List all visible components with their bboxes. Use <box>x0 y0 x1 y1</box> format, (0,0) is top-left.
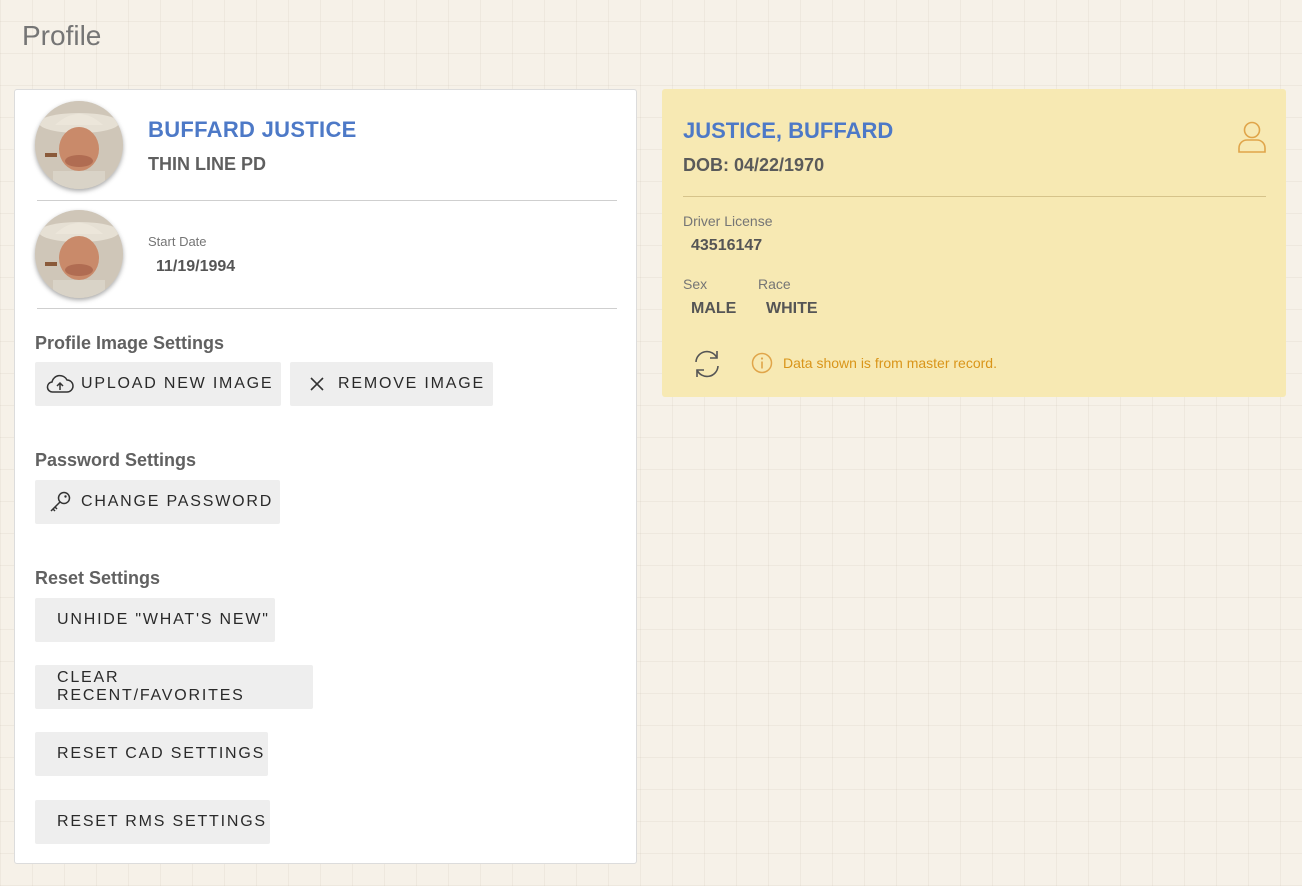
remove-image-label: REMOVE IMAGE <box>338 375 485 392</box>
cloud-upload-icon <box>45 372 75 396</box>
profile-agency: THIN LINE PD <box>148 154 267 174</box>
reset-settings-heading: Reset Settings <box>35 568 161 588</box>
clear-recent-favorites-label: CLEAR RECENT/FAVORITES <box>57 669 245 704</box>
close-icon <box>302 372 332 396</box>
page-title: Profile <box>22 20 102 51</box>
master-record-card: JUSTICE, BUFFARD DOB: 04/22/1970 Driver … <box>662 89 1286 397</box>
master-record-dob: DOB: 04/22/1970 <box>683 155 825 175</box>
divider <box>37 200 617 201</box>
start-date-value: 11/19/1994 <box>156 258 236 275</box>
master-record-note: Data shown is from master record. <box>751 352 997 374</box>
reset-rms-settings-label: RESET RMS SETTINGS <box>57 813 267 830</box>
upload-image-label: UPLOAD NEW IMAGE <box>81 375 274 392</box>
profile-name: BUFFARD JUSTICE <box>148 117 357 142</box>
master-record-name: JUSTICE, BUFFARD <box>683 118 894 143</box>
key-icon <box>45 490 75 514</box>
master-record-note-text: Data shown is from master record. <box>783 355 997 371</box>
password-settings-heading: Password Settings <box>35 450 197 470</box>
driver-license-label: Driver License <box>683 213 773 229</box>
race-value: WHITE <box>766 300 818 317</box>
start-date-label: Start Date <box>148 234 207 249</box>
divider <box>683 196 1266 197</box>
clear-recent-favorites-button[interactable]: CLEAR RECENT/FAVORITES <box>35 665 313 709</box>
reset-cad-settings-label: RESET CAD SETTINGS <box>57 745 266 762</box>
person-icon <box>1237 120 1267 159</box>
change-password-button[interactable]: CHANGE PASSWORD <box>35 480 280 524</box>
unhide-whats-new-label: UNHIDE "WHAT'S NEW" <box>57 611 270 628</box>
info-icon <box>751 352 773 374</box>
refresh-icon[interactable] <box>690 347 724 386</box>
profile-image-settings-heading: Profile Image Settings <box>35 333 225 353</box>
divider <box>37 308 617 309</box>
profile-avatar-secondary <box>35 210 123 298</box>
remove-image-button[interactable]: REMOVE IMAGE <box>290 362 493 406</box>
upload-image-button[interactable]: UPLOAD NEW IMAGE <box>35 362 281 406</box>
reset-rms-settings-button[interactable]: RESET RMS SETTINGS <box>35 800 270 844</box>
unhide-whats-new-button[interactable]: UNHIDE "WHAT'S NEW" <box>35 598 275 642</box>
change-password-label: CHANGE PASSWORD <box>81 493 274 510</box>
sex-value: MALE <box>691 300 737 317</box>
profile-avatar <box>35 101 123 189</box>
race-label: Race <box>758 276 791 292</box>
reset-cad-settings-button[interactable]: RESET CAD SETTINGS <box>35 732 268 776</box>
profile-card: BUFFARD JUSTICE THIN LINE PD Start Date … <box>14 89 637 864</box>
driver-license-value: 43516147 <box>691 237 763 254</box>
sex-label: Sex <box>683 276 708 292</box>
